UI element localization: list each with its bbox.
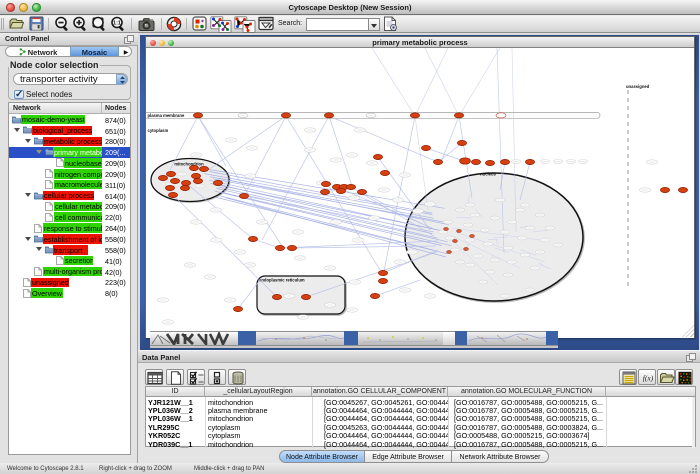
svg-text:unassigned: unassigned [626,84,650,89]
svg-text:cytoplasm: cytoplasm [148,128,169,133]
svg-text:nucleus: nucleus [480,172,496,177]
svg-text:mitochondrion: mitochondrion [174,162,204,167]
svg-text:plasma membrane: plasma membrane [148,113,185,118]
svg-text:1:1: 1:1 [113,21,121,27]
svg-text:f(x): f(x) [642,373,653,382]
svg-text:endoplasmic reticulum: endoplasmic reticulum [259,278,305,283]
